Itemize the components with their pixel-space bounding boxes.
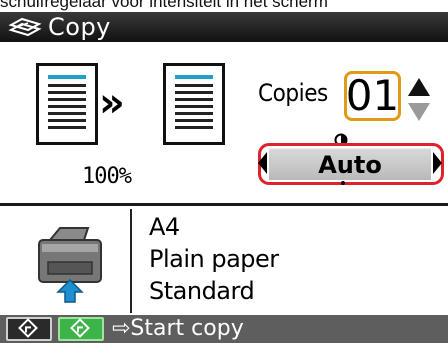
black-start-icon — [18, 318, 38, 338]
title-bar: Copy — [0, 12, 448, 42]
intensity-position-marker — [341, 181, 345, 185]
color-start-button[interactable] — [58, 317, 104, 341]
copy-scale: 100% — [82, 164, 132, 189]
intensity-value[interactable]: Auto — [269, 148, 431, 180]
color-start-icon — [70, 318, 90, 338]
paper-size[interactable]: A4 — [149, 213, 180, 241]
section-divider — [0, 203, 448, 206]
start-copy-hint: ⇨Start copy — [112, 316, 244, 341]
output-document-icon — [163, 63, 225, 145]
original-document-icon — [36, 63, 98, 145]
copies-decrease-arrow-icon[interactable] — [406, 101, 432, 123]
paper-settings-divider — [130, 209, 132, 313]
printer-icon[interactable] — [36, 226, 104, 306]
intensity-right-arrow-icon[interactable] — [432, 151, 443, 175]
print-quality[interactable]: Standard — [149, 277, 255, 305]
copy-direction-arrows: » — [99, 80, 125, 126]
copies-label: Copies — [258, 79, 328, 107]
screen-title: Copy — [48, 13, 111, 41]
copies-value-field[interactable]: 01 — [344, 71, 401, 121]
intensity-left-arrow-icon[interactable] — [257, 151, 268, 175]
copy-icon — [8, 17, 42, 37]
copies-increase-arrow-icon[interactable] — [406, 76, 432, 98]
black-start-button[interactable] — [6, 317, 52, 341]
paper-type[interactable]: Plain paper — [149, 245, 279, 273]
